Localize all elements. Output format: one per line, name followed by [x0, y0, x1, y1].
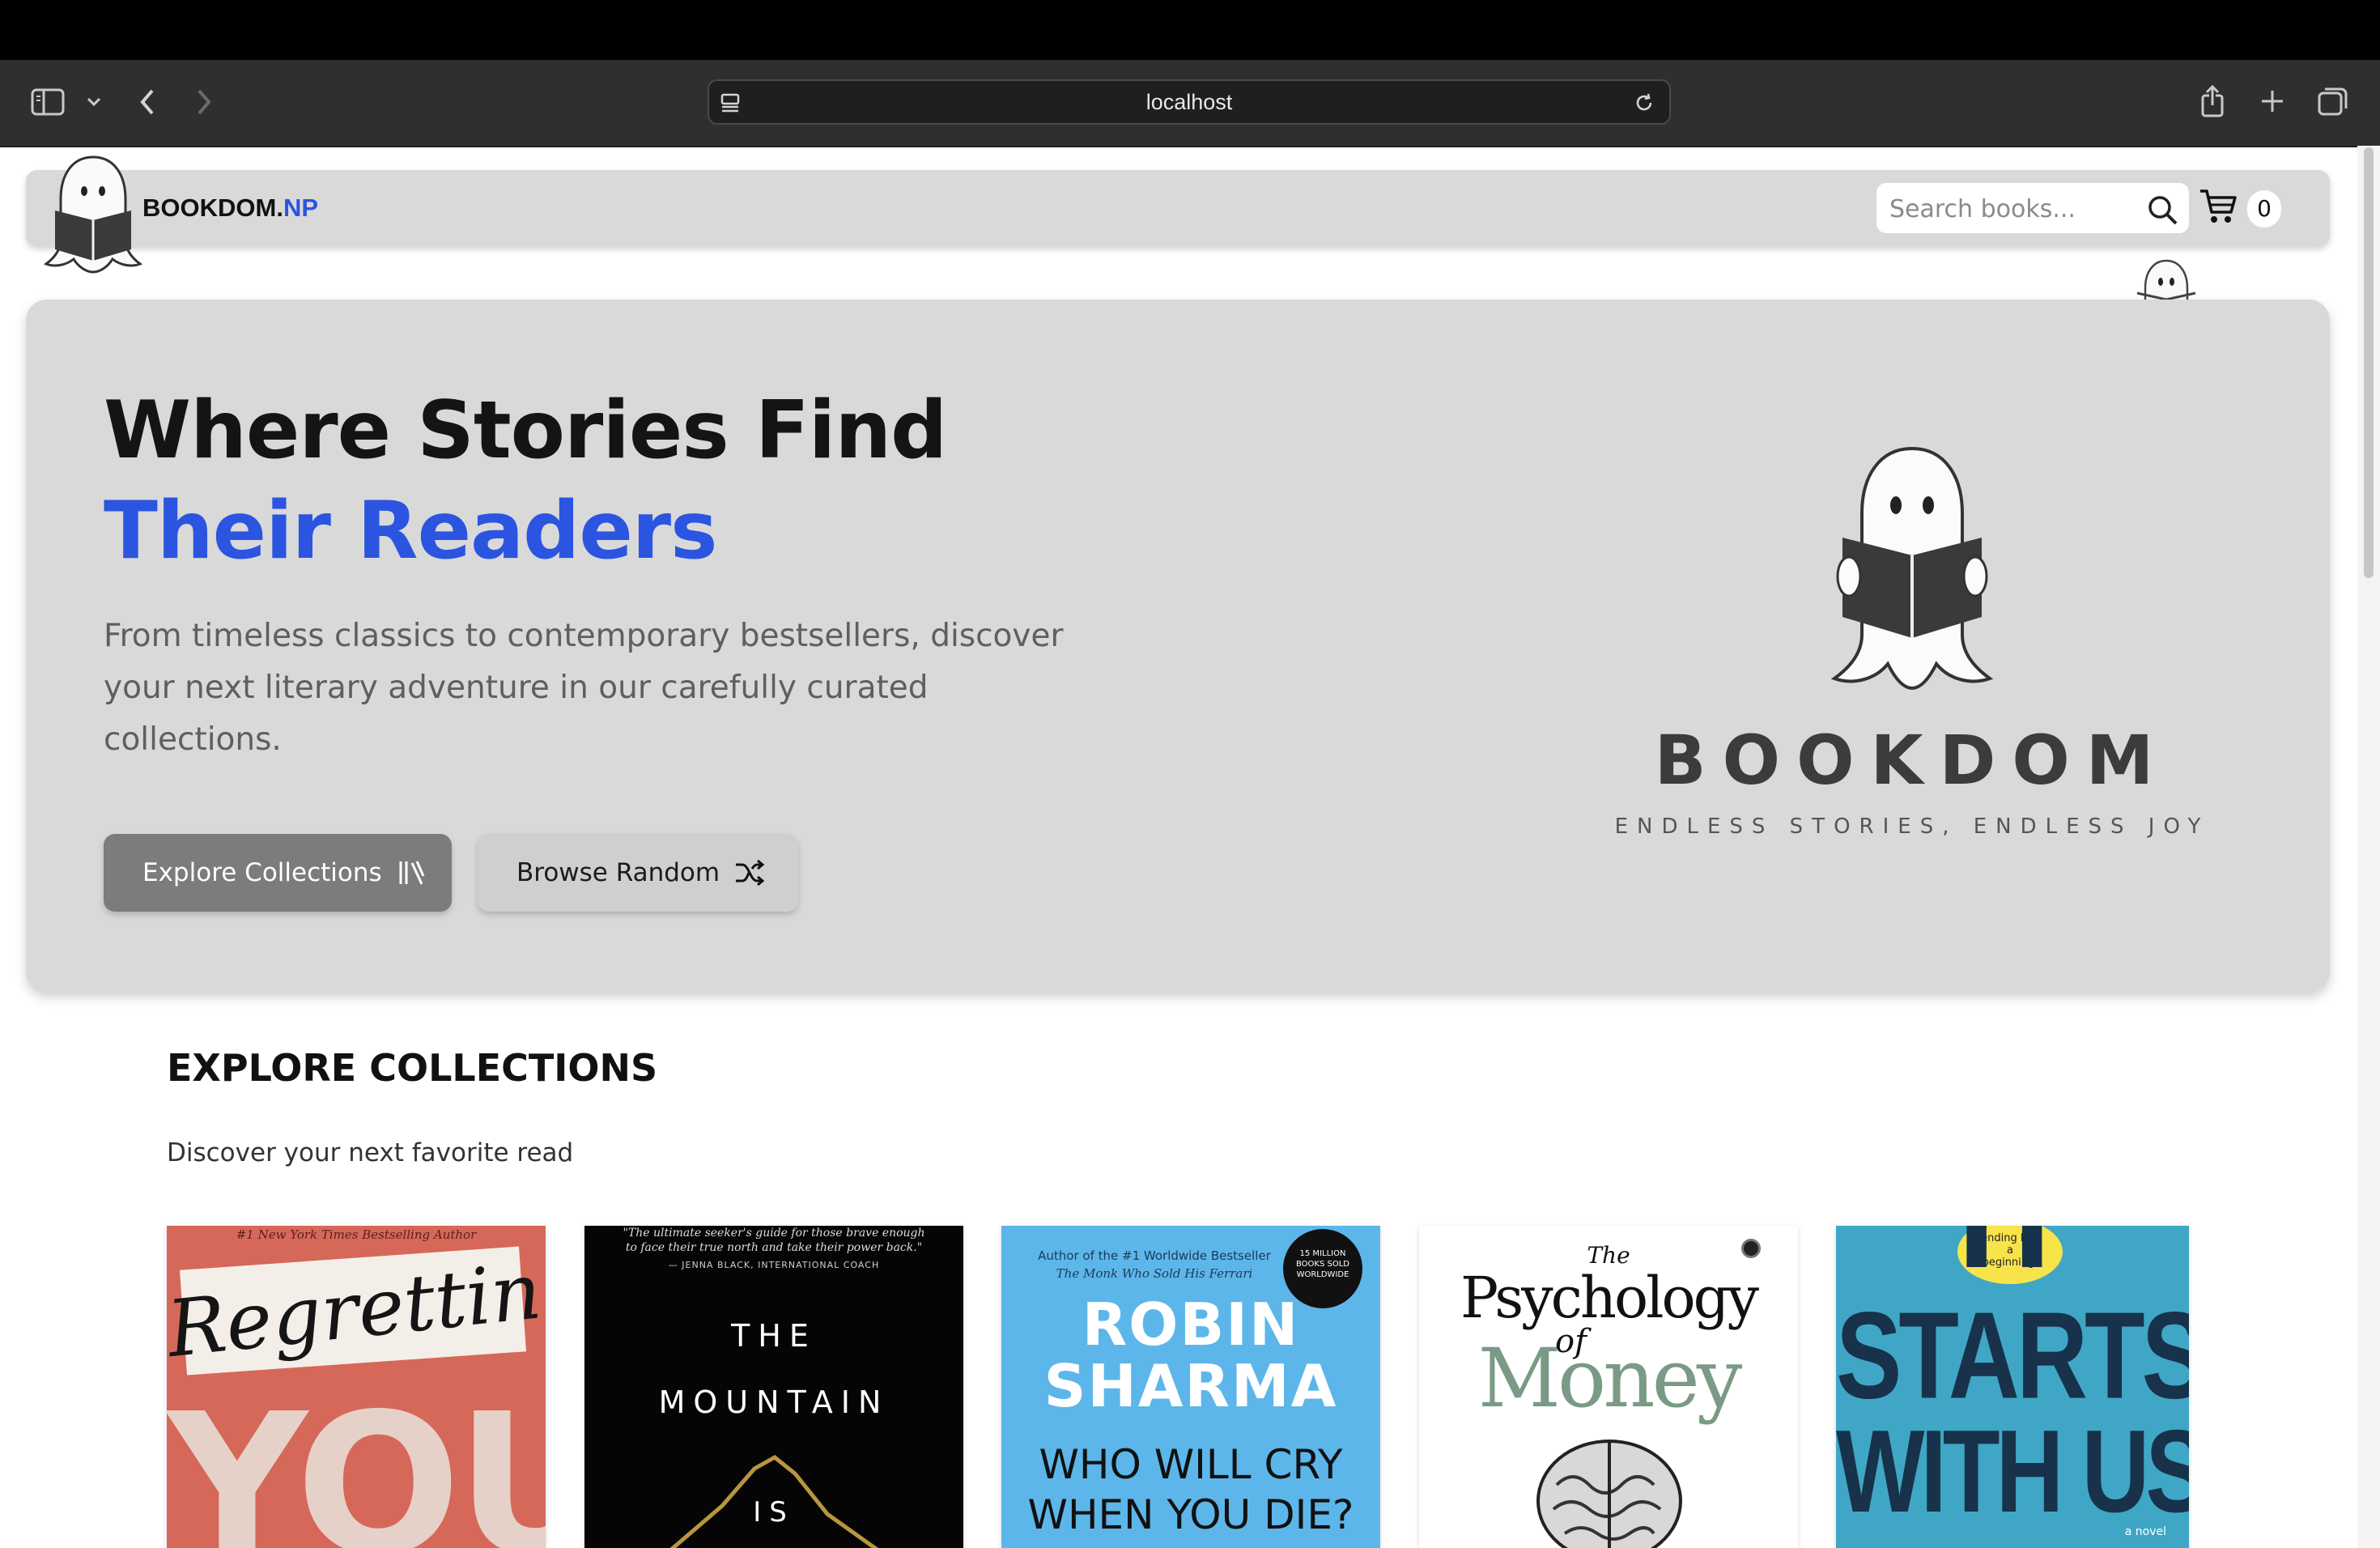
reload-icon[interactable]	[1632, 91, 1656, 115]
book-quote: "The ultimate seeker's guide for those b…	[623, 1227, 925, 1254]
book-author-1: ROBIN	[1082, 1291, 1300, 1359]
book-card-psychology-of-money[interactable]: The Psychology of Money	[1419, 1226, 1798, 1548]
brand-name[interactable]: BOOKDOM.NP	[142, 170, 318, 246]
browse-random-button[interactable]: Browse Random	[478, 834, 798, 912]
hero-logo-tagline: ENDLESS STORIES, ENDLESS JOY	[1614, 814, 2210, 839]
book-card-the-mountain-is-you[interactable]: "The ultimate seeker's guide for those b…	[584, 1226, 963, 1548]
book-title-2: WHEN YOU DIE?	[1027, 1491, 1354, 1538]
address-bar[interactable]: localhost	[708, 79, 1671, 125]
search-icon[interactable]	[2147, 194, 2179, 230]
hero-title: Where Stories Find Their Readers	[104, 381, 1075, 581]
book-card-it-starts-with-us[interactable]: ending has a beginning. IT STARTS WITH U…	[1836, 1226, 2189, 1548]
site-navbar: BOOKDOM.NP 0	[26, 155, 2330, 274]
book-line-3: IS	[753, 1496, 795, 1529]
floating-ghost-icon	[2134, 257, 2199, 300]
chevron-down-icon[interactable]	[84, 96, 104, 108]
tab-overview-icon[interactable]	[2317, 86, 2349, 117]
book-line-2: MOUNTAIN	[658, 1384, 890, 1420]
url-text[interactable]: localhost	[709, 81, 1669, 123]
book-top-line: #1 New York Times Bestselling Author	[236, 1227, 477, 1242]
browser-toolbar: localhost	[0, 60, 2380, 147]
sidebar-toggle-icon[interactable]	[31, 87, 66, 117]
section-title: EXPLORE COLLECTIONS	[167, 1046, 658, 1090]
book-word-2: Money	[1477, 1331, 1743, 1426]
library-icon	[397, 858, 426, 887]
book-card-regretting-you[interactable]: #1 New York Times Bestselling Author Reg…	[167, 1226, 546, 1548]
search-box	[1876, 183, 2189, 235]
back-icon[interactable]	[136, 86, 159, 118]
share-icon[interactable]	[2199, 84, 2226, 118]
hero-title-main: Where Stories Find	[104, 385, 947, 477]
mountain-icon	[669, 1454, 879, 1548]
book-foot: a novel	[2124, 1525, 2166, 1538]
hero-title-accent: Their Readers	[104, 485, 717, 577]
book-author-2: SHARMA	[1043, 1352, 1338, 1420]
forward-icon[interactable]	[193, 86, 215, 118]
book-title-1: WHO WILL CRY	[1039, 1441, 1343, 1488]
book-quote-by: — JENNA BLACK, INTERNATIONAL COACH	[668, 1260, 880, 1270]
page-scrollbar[interactable]	[2357, 146, 2380, 1548]
brand-main: BOOKDOM.	[142, 194, 283, 222]
book-card-who-will-cry[interactable]: Author of the #1 Worldwide Bestseller Th…	[1001, 1226, 1380, 1548]
book-line-1: IT	[1957, 1226, 2068, 1292]
scrollbar-thumb[interactable]	[2364, 147, 2374, 578]
brand-accent: NP	[283, 194, 319, 222]
search-input[interactable]	[1888, 183, 2134, 235]
hero-logo-word: BOOKDOM	[1654, 721, 2170, 800]
section-subtitle: Discover your next favorite read	[167, 1138, 574, 1167]
book-big-title: YOU	[167, 1372, 546, 1548]
book-line-1: THE	[731, 1318, 817, 1354]
explore-collections-label: Explore Collections	[142, 858, 382, 887]
brain-icon	[1536, 1440, 1682, 1548]
shuffle-icon	[734, 858, 765, 887]
explore-collections-button[interactable]: Explore Collections	[104, 834, 452, 912]
book-script-title: Regretting	[167, 1240, 546, 1376]
bookdom-ghost-illustration	[1791, 440, 2034, 700]
system-menubar	[0, 0, 2380, 60]
hero-banner: Where Stories Find Their Readers From ti…	[26, 300, 2330, 993]
new-tab-icon[interactable]	[2259, 87, 2286, 115]
cart-count-badge[interactable]: 0	[2247, 190, 2281, 228]
book-word-1: Psychology	[1460, 1265, 1759, 1331]
cart-icon[interactable]	[2199, 188, 2238, 228]
book-line-3: WITH US	[1836, 1405, 2189, 1537]
browse-random-label: Browse Random	[516, 858, 720, 887]
hero-subtitle: From timeless classics to contemporary b…	[104, 618, 1064, 758]
